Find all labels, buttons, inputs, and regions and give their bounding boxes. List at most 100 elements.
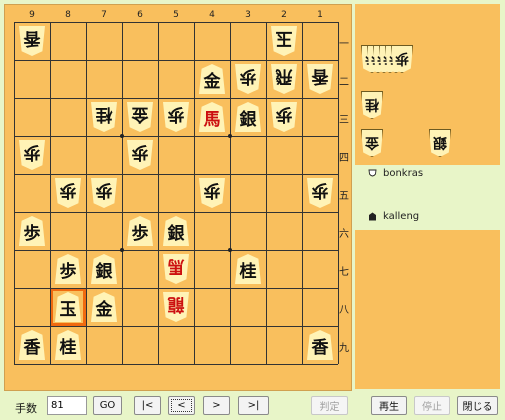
gote-pawn-piece[interactable]: 歩: [14, 136, 50, 174]
piece-character: 歩: [55, 178, 81, 208]
sente-pawn-piece[interactable]: 歩: [50, 250, 86, 288]
gote-pawn-piece[interactable]: 歩: [50, 174, 86, 212]
sente-knight-piece[interactable]: 桂: [230, 250, 266, 288]
piece-character: 香: [19, 26, 45, 56]
sente-horse-piece[interactable]: 馬: [194, 98, 230, 136]
piece-character: 馬: [199, 102, 225, 132]
close-button[interactable]: 閉じる: [457, 396, 498, 415]
gote-gold-piece[interactable]: 金: [122, 98, 158, 136]
row-label: 一: [339, 39, 349, 50]
gote-pawn-piece[interactable]: 歩: [86, 174, 122, 212]
piece-character: 歩: [19, 216, 45, 246]
row-label: 三: [339, 115, 349, 126]
sente-silver-piece[interactable]: 銀: [86, 250, 122, 288]
hand-piece-character: 金: [361, 129, 383, 157]
row-label: 二: [339, 77, 349, 88]
sente-player: kalleng: [368, 211, 419, 222]
piece-character: 歩: [271, 102, 297, 132]
gote-lance-piece[interactable]: 香: [14, 22, 50, 60]
gote-player: bonkras: [368, 168, 423, 179]
column-label: 9: [29, 10, 35, 20]
piece-character: 歩: [19, 140, 45, 170]
gote-pawn-piece[interactable]: 歩: [122, 136, 158, 174]
piece-character: 歩: [55, 254, 81, 284]
sente-knight-piece[interactable]: 桂: [50, 326, 86, 364]
piece-character: 歩: [127, 140, 153, 170]
sente-pawn-piece[interactable]: 歩: [122, 212, 158, 250]
gote-pawn-piece[interactable]: 歩: [266, 98, 302, 136]
piece-character: 歩: [163, 102, 189, 132]
piece-character: 玉: [271, 26, 297, 56]
move-number-input[interactable]: [47, 396, 87, 415]
sente-pawn-piece[interactable]: 歩: [14, 212, 50, 250]
gote-dragon-piece[interactable]: 龍: [158, 288, 194, 326]
column-label: 3: [245, 10, 251, 20]
judge-button[interactable]: 判定: [311, 396, 348, 415]
piece-character: 歩: [235, 64, 261, 94]
piece-character: 歩: [91, 178, 117, 208]
hand-piece-character: 銀: [429, 129, 451, 157]
gote-hand-piece[interactable]: 桂: [361, 90, 383, 120]
gote-pawn-piece[interactable]: 歩: [302, 174, 338, 212]
stop-button[interactable]: 停止: [414, 396, 450, 415]
piece-character: 桂: [235, 254, 261, 284]
gote-hand-piece[interactable]: 銀: [429, 128, 451, 158]
gote-hand-piece[interactable]: 金: [361, 128, 383, 158]
column-label: 7: [101, 10, 107, 20]
piece-character: 龍: [163, 292, 189, 322]
grid-line: [14, 364, 338, 365]
sente-silver-piece[interactable]: 銀: [158, 212, 194, 250]
next-move-button[interactable]: >: [203, 396, 230, 415]
piece-character: 金: [91, 292, 117, 322]
row-label: 四: [339, 153, 349, 164]
gote-king-piece[interactable]: 玉: [266, 22, 302, 60]
piece-character: 香: [307, 64, 333, 94]
gote-pawn-piece[interactable]: 歩: [194, 174, 230, 212]
gote-hand[interactable]: 歩歩歩歩歩歩桂金銀: [355, 4, 500, 165]
grid-line: [338, 22, 339, 364]
gote-horse-piece[interactable]: 馬: [158, 250, 194, 288]
shogi-board[interactable]: 987654321 一二三四五六七八九 香玉金歩飛香桂金歩馬銀歩歩歩歩歩歩歩歩歩…: [4, 4, 352, 391]
gote-player-name: bonkras: [383, 168, 424, 179]
column-label: 5: [173, 10, 179, 20]
gote-pawn-piece[interactable]: 歩: [158, 98, 194, 136]
grid-line: [14, 136, 338, 137]
sente-gold-piece[interactable]: 金: [86, 288, 122, 326]
sente-lance-piece[interactable]: 香: [302, 326, 338, 364]
piece-character: 歩: [307, 178, 333, 208]
piece-character: 桂: [91, 102, 117, 132]
piece-character: 銀: [235, 102, 261, 132]
column-label: 2: [281, 10, 287, 20]
go-button[interactable]: GO: [93, 396, 122, 415]
sente-gold-piece[interactable]: 金: [194, 60, 230, 98]
piece-character: 歩: [127, 216, 153, 246]
piece-character: 歩: [199, 178, 225, 208]
last-move-button[interactable]: >|: [238, 396, 269, 415]
sente-hand[interactable]: [355, 230, 500, 389]
gote-hand-piece[interactable]: 歩: [391, 44, 413, 74]
sente-lance-piece[interactable]: 香: [14, 326, 50, 364]
piece-character: 馬: [163, 254, 189, 284]
piece-character: 桂: [55, 330, 81, 360]
piece-character: 香: [19, 330, 45, 360]
prev-move-button[interactable]: <: [168, 396, 195, 415]
gote-knight-piece[interactable]: 桂: [86, 98, 122, 136]
piece-character: 金: [127, 102, 153, 132]
gote-pawn-piece[interactable]: 歩: [230, 60, 266, 98]
gote-rook-piece[interactable]: 飛: [266, 60, 302, 98]
column-label: 8: [65, 10, 71, 20]
hand-piece-character: 桂: [361, 91, 383, 119]
grid-line: [122, 22, 123, 364]
column-label: 4: [209, 10, 215, 20]
black-king-icon: [368, 212, 377, 221]
sente-king-piece[interactable]: 玉: [50, 288, 86, 326]
hand-piece-character: 歩: [391, 45, 413, 73]
board-grid[interactable]: 香玉金歩飛香桂金歩馬銀歩歩歩歩歩歩歩歩歩銀歩銀馬桂玉金龍香桂香: [14, 22, 339, 365]
sente-player-name: kalleng: [383, 211, 420, 222]
play-button[interactable]: 再生: [371, 396, 407, 415]
row-label: 五: [339, 191, 349, 202]
first-move-button[interactable]: |<: [134, 396, 161, 415]
piece-character: 玉: [55, 292, 81, 322]
sente-silver-piece[interactable]: 銀: [230, 98, 266, 136]
gote-lance-piece[interactable]: 香: [302, 60, 338, 98]
